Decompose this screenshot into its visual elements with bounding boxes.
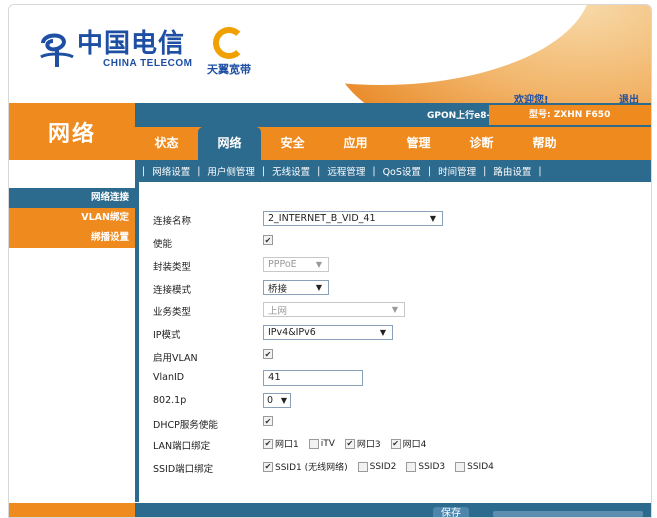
service-select[interactable]: 上网 ▼ xyxy=(263,302,405,317)
connection-form: 连接名称 2_INTERNET_B_VID_41 ▼ 使能 ✔ 封装类型 PPP… xyxy=(135,182,651,502)
sub-navigation: | 网络设置 | 用户侧管理 | 无线设置 | 远程管理 | QoS设置 | 时… xyxy=(135,160,651,182)
ssid3-label: SSID3 xyxy=(418,461,446,472)
ssid4-checkbox[interactable] xyxy=(455,461,466,472)
subnav-divider: | xyxy=(197,165,201,177)
subnav-divider: | xyxy=(372,165,376,177)
mode-select[interactable]: 桥接 ▼ xyxy=(263,280,329,295)
subnav-divider: | xyxy=(142,165,146,177)
subnav-divider: | xyxy=(317,165,321,177)
chevron-down-icon: ▼ xyxy=(315,283,322,292)
vlanid-input[interactable]: 41 xyxy=(263,370,363,386)
ipmode-label: IP模式 xyxy=(153,330,181,341)
welcome-text: 欢迎您! xyxy=(514,95,549,103)
subnav-divider: | xyxy=(538,165,542,177)
lan-port3-label: 网口3 xyxy=(356,440,381,450)
ssid-group: ✔ SSID1 (无线网络) SSID2 SSID3 SSID4 xyxy=(263,460,504,473)
conn-name-value: 2_INTERNET_B_VID_41 xyxy=(268,213,376,224)
subnav-divider: | xyxy=(483,165,487,177)
lan-itv-checkbox[interactable] xyxy=(308,438,319,449)
save-button[interactable]: 保存 xyxy=(433,507,469,517)
ssid3-checkbox[interactable] xyxy=(406,461,417,472)
lan-port3-checkbox[interactable]: ✔ xyxy=(344,438,355,449)
encap-value: PPPoE xyxy=(268,259,297,270)
subnav-divider: | xyxy=(261,165,266,177)
ssid1-checkbox[interactable]: ✔ xyxy=(263,461,273,472)
vlanid-label: VlanID xyxy=(153,372,185,383)
logo-chinese-text: 中国电信 xyxy=(77,29,186,59)
tianyi-brand-text: 天翼宽带 xyxy=(207,63,251,76)
lan-port4-label: 网口4 xyxy=(402,440,427,450)
encap-select[interactable]: PPPoE ▼ xyxy=(263,257,329,272)
subnav-user-side[interactable]: 用户侧管理 xyxy=(207,164,255,178)
dot1p-value: 0 xyxy=(267,395,274,406)
china-telecom-logo-icon xyxy=(40,33,74,67)
enable-checkbox[interactable]: ✔ xyxy=(263,235,273,245)
chevron-down-icon: ▼ xyxy=(391,305,398,314)
dot1p-label: 802.1p xyxy=(153,395,187,406)
chevron-down-icon: ▼ xyxy=(379,328,386,337)
logo-english-text: CHINA TELECOM xyxy=(103,58,193,69)
chevron-down-icon: ▼ xyxy=(429,214,436,223)
ssid4-label: SSID4 xyxy=(467,461,494,472)
ipmode-select[interactable]: IPv4&IPv6 ▼ xyxy=(263,325,393,340)
ssid-bind-label: SSID端口绑定 xyxy=(153,464,214,475)
mode-value: 桥接 xyxy=(268,283,288,295)
router-admin-window: 中国电信 CHINA TELECOM 天翼宽带 欢迎您! 退出 网络 GPON上… xyxy=(8,4,652,518)
subnav-wireless[interactable]: 无线设置 xyxy=(272,164,310,178)
ssid2-label: SSID2 xyxy=(369,461,397,472)
conn-name-label: 连接名称 xyxy=(153,216,192,227)
section-title: 网络 xyxy=(9,103,135,160)
sidebar-item-network-connection[interactable]: 网络连接 xyxy=(9,188,135,208)
footer-extra-button xyxy=(493,511,643,517)
main-tabs: 状态 网络 安全 应用 管理 诊断 帮助 xyxy=(135,127,651,160)
header: 中国电信 CHINA TELECOM 天翼宽带 欢迎您! 退出 xyxy=(9,5,651,103)
lan-port1-label: 网口1 xyxy=(275,440,299,450)
vlan-enable-checkbox[interactable]: ✔ xyxy=(263,349,273,359)
dhcp-label: DHCP服务使能 xyxy=(153,420,218,431)
chevron-down-icon: ▼ xyxy=(315,260,322,269)
lan-itv-label: iTV xyxy=(320,438,335,449)
ssid2-checkbox[interactable] xyxy=(357,461,368,472)
chevron-down-icon: ▼ xyxy=(280,396,287,405)
subnav-routing[interactable]: 路由设置 xyxy=(493,164,531,178)
tab-help[interactable]: 帮助 xyxy=(513,127,576,160)
left-separator xyxy=(9,160,135,182)
tab-network[interactable]: 网络 xyxy=(198,127,261,160)
conn-name-select[interactable]: 2_INTERNET_B_VID_41 ▼ xyxy=(263,211,443,226)
subnav-network-settings[interactable]: 网络设置 xyxy=(152,164,190,178)
subnav-time[interactable]: 时间管理 xyxy=(438,164,476,178)
logout-link[interactable]: 退出 xyxy=(619,91,639,103)
china-telecom-logo: 中国电信 CHINA TELECOM xyxy=(37,29,192,69)
service-value: 上网 xyxy=(268,305,288,317)
dhcp-checkbox[interactable]: ✔ xyxy=(263,416,273,426)
tab-diagnostics[interactable]: 诊断 xyxy=(450,127,513,160)
info-bar: GPON上行e8-C 型号: ZXHN F650 xyxy=(135,103,651,127)
sidebar-item-vlan-binding[interactable]: VLAN绑定 xyxy=(9,208,135,228)
footer-left-block xyxy=(9,503,135,517)
subnav-remote-management[interactable]: 远程管理 xyxy=(327,164,365,178)
sidebar: 网络连接 VLAN绑定 绑播设置 xyxy=(9,188,135,248)
tianyi-broadband-logo: 天翼宽带 xyxy=(207,27,251,77)
subnav-qos[interactable]: QoS设置 xyxy=(383,164,421,178)
encap-label: 封装类型 xyxy=(153,262,192,273)
lan-bind-label: LAN端口绑定 xyxy=(153,441,211,452)
ssid1-label: SSID1 (无线网络) xyxy=(275,463,348,473)
lan-port-group: ✔ 网口1 iTV ✔ 网口3 ✔ 网口4 xyxy=(263,437,436,450)
mode-label: 连接模式 xyxy=(153,285,192,296)
dot1p-select[interactable]: 0 ▼ xyxy=(263,393,291,408)
vlan-enable-label: 启用VLAN xyxy=(153,353,198,364)
enable-label: 使能 xyxy=(153,239,173,250)
service-label: 业务类型 xyxy=(153,307,192,318)
lan-port4-checkbox[interactable]: ✔ xyxy=(390,438,401,449)
subnav-divider: | xyxy=(427,165,432,177)
device-model: 型号: ZXHN F650 xyxy=(489,105,651,125)
tianyi-ring-icon xyxy=(213,27,245,59)
ipmode-value: IPv4&IPv6 xyxy=(268,327,316,338)
lan-port1-checkbox[interactable]: ✔ xyxy=(263,438,273,449)
tab-status[interactable]: 状态 xyxy=(135,127,198,160)
tab-management[interactable]: 管理 xyxy=(387,127,450,160)
tab-security[interactable]: 安全 xyxy=(261,127,324,160)
sidebar-item-multicast[interactable]: 绑播设置 xyxy=(9,228,135,248)
tab-application[interactable]: 应用 xyxy=(324,127,387,160)
